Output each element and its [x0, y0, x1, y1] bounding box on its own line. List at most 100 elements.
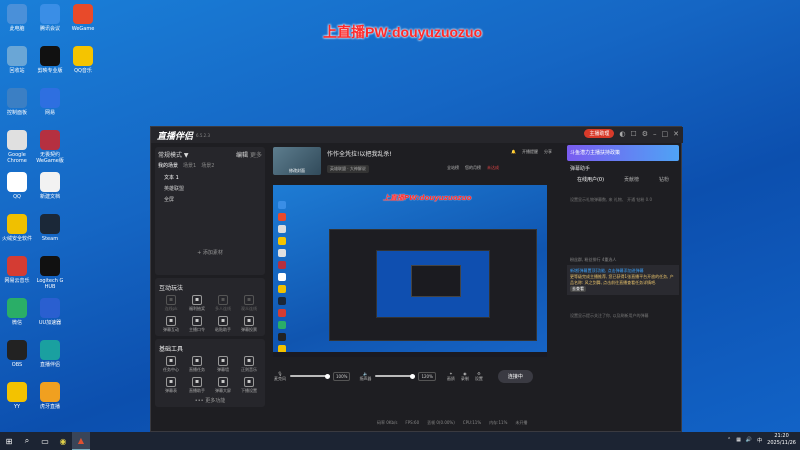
scene-item[interactable]: 全屏 [158, 194, 262, 205]
more-link[interactable]: 更多 [250, 152, 262, 159]
desktop-shortcut[interactable]: 火绒安全软件 [2, 214, 32, 242]
ime-icon[interactable]: 中 [757, 437, 762, 444]
tool-button[interactable]: ▪ 粘贴助手 [210, 316, 236, 333]
desktop-shortcut[interactable]: 微信 [2, 298, 32, 326]
promo-banner[interactable]: 斗鱼潜力主播扶持政策 [567, 145, 679, 161]
volume-icon[interactable]: 🔊 [746, 437, 752, 443]
tool-button[interactable]: ▪ 正则音乐 [236, 356, 262, 373]
task-view-icon[interactable]: ▭ [36, 432, 54, 450]
settings-button[interactable]: ⚙ 设置 [472, 371, 486, 382]
assistant-icon: ▪ [192, 377, 202, 387]
desktop-shortcut[interactable]: 腾讯会议 [35, 4, 65, 32]
chat-icon[interactable]: ☐ [630, 130, 636, 138]
settings-icon[interactable]: ⚙ [642, 130, 648, 138]
desktop-shortcut[interactable]: Steam [35, 214, 65, 242]
app-version: 6.5.2.3 [196, 132, 211, 138]
live-preview[interactable]: 上直播PW:douyuzuozuo [273, 185, 547, 357]
assistant-button[interactable]: 主播助理 [584, 129, 615, 138]
view-task-button[interactable]: 去查看 [570, 286, 586, 292]
desktop-shortcut[interactable]: 剪映专业版 [35, 46, 65, 74]
desktop-shortcut[interactable]: UU加速器 [35, 298, 65, 326]
desktop-shortcut[interactable]: QQ [2, 172, 32, 200]
desktop-shortcut[interactable]: 虎牙直播 [35, 382, 65, 410]
stream-title[interactable]: 作作全凭拉!以把我乱杀! [327, 149, 392, 158]
tool-button[interactable]: ▪ 弹幕互动 [158, 316, 184, 333]
rank-all[interactable]: 全站榜 [447, 165, 459, 171]
network-icon[interactable]: ▦ [736, 437, 741, 443]
remind-link[interactable]: 开播提醒 [522, 149, 538, 155]
mode-select[interactable]: 常规模式 ▼ [158, 150, 189, 159]
scene-item[interactable]: 英雄联盟 [158, 183, 262, 194]
start-live-button[interactable]: 连接中 [497, 369, 533, 383]
tool-button[interactable]: ▪ 福利抽奖 [184, 295, 210, 312]
mic-volume-value[interactable]: 100% [333, 371, 351, 381]
desktop-shortcut[interactable]: 无畏契约 WeGame版 [35, 130, 65, 164]
desktop-shortcut[interactable]: Google Chrome [2, 130, 32, 164]
more-tools-button[interactable]: ••• 更多功能 [158, 397, 262, 404]
tool-button[interactable]: ▪ 观众连线 [236, 295, 262, 312]
tab-diamond-fans[interactable]: 钻粉 [659, 176, 669, 183]
minimize-icon[interactable]: – [653, 130, 657, 138]
speaker-control[interactable]: 🔈 扬声器 [358, 371, 372, 382]
tab-my-scenes[interactable]: 我的场景 [158, 162, 178, 169]
stat-item: 丢帧 0(0.00%) [427, 420, 455, 425]
chrome-taskbar-icon[interactable]: ◉ [54, 432, 72, 450]
rank-status: 全站榜 您的月榜 未达成 [447, 165, 499, 171]
desktop-shortcut[interactable]: 此电脑 [2, 4, 32, 32]
share-link[interactable]: 分享 [544, 149, 552, 155]
stream-app-taskbar-icon[interactable]: ▲ [72, 432, 90, 450]
start-menu-icon[interactable]: ⊞ [0, 432, 18, 450]
search-icon[interactable]: ⌕ [18, 432, 36, 450]
record-button[interactable]: ◉ 录制 [458, 371, 472, 382]
clock[interactable]: 21:20 2025/11/26 [767, 433, 796, 447]
tool-button[interactable]: ▪ 主播口令 [184, 316, 210, 333]
tool-button[interactable]: ▪ 多人连线 [210, 295, 236, 312]
app-logo: 直播伴侣 [157, 131, 194, 142]
tool-button[interactable]: ▪ 直播任务 [184, 356, 210, 373]
rank-month[interactable]: 您的月榜 [465, 165, 481, 171]
stream-cover[interactable]: 修改封面 [273, 147, 321, 175]
desktop-shortcut[interactable]: 网易 [35, 88, 65, 116]
tool-label: 弹幕互动 [163, 327, 179, 332]
wall-icon: ▪ [218, 356, 228, 366]
close-icon[interactable]: ✕ [673, 130, 679, 138]
headset-icon[interactable]: ◐ [619, 130, 625, 138]
desktop-shortcut[interactable]: 直播伴侣 [35, 340, 65, 368]
tool-button[interactable]: ▪ 弹幕表 [158, 377, 184, 394]
speaker-volume-value[interactable]: 120% [418, 371, 436, 381]
mic-label: 麦克风 [274, 375, 286, 381]
tool-button[interactable]: ▪ 连线pk [158, 295, 184, 312]
scene-item[interactable]: 文本 1 [158, 172, 262, 183]
tab-scene-2[interactable]: 场景2 [201, 162, 214, 169]
desktop-shortcut[interactable]: 回收站 [2, 46, 32, 74]
desktop-shortcut[interactable]: QQ音乐 [68, 46, 98, 74]
desktop-shortcut[interactable]: WeGame [68, 4, 98, 32]
tool-button[interactable]: ▪ 弹幕投票 [236, 316, 262, 333]
desktop-shortcut[interactable]: OBS [2, 340, 32, 368]
tab-online-users[interactable]: 在线用户(0) [577, 176, 604, 183]
tool-button[interactable]: ▪ 下播设置 [236, 377, 262, 394]
maximize-icon[interactable]: □ [662, 130, 669, 138]
mic-volume-slider[interactable] [290, 373, 330, 379]
quality-button[interactable]: ✦ 画质 [444, 371, 458, 382]
interact-tool-grid: ▪ 连线pk ▪ 福利抽奖 ▪ 多人连线 ▪ 观众连线 ▪ 弹幕互动 ▪ 主播口令 ▪ 粘贴助手 ▪ 弹幕投票 [158, 295, 262, 333]
desktop-shortcut[interactable]: 网易云音乐 [2, 256, 32, 284]
desktop-shortcut[interactable]: 控制面板 [2, 88, 32, 116]
tool-button[interactable]: ▪ 弹幕墙 [210, 356, 236, 373]
preview-watermark: 上直播PW:douyuzuozuo [383, 194, 472, 202]
desktop-shortcut[interactable]: YY [2, 382, 32, 410]
tab-contribution[interactable]: 贡献榜 [624, 176, 639, 183]
mic-control[interactable]: 🎙 麦克风 [273, 371, 287, 382]
stream-category[interactable]: 英雄联盟 · 大神解说 [327, 165, 369, 173]
tool-button[interactable]: ▪ 弹幕大屏 [210, 377, 236, 394]
edit-link[interactable]: 编辑 [236, 152, 248, 159]
tool-button[interactable]: ▪ 直播助手 [184, 377, 210, 394]
tray-expand-icon[interactable]: ⌃ [727, 437, 731, 443]
speaker-volume-slider[interactable] [375, 373, 416, 379]
desktop-shortcut-label: YY [13, 404, 21, 410]
desktop-shortcut[interactable]: Logitech G HUB [35, 256, 65, 290]
add-source-button[interactable]: + 添加素材 [158, 249, 262, 256]
desktop-shortcut[interactable]: 新建文档 [35, 172, 65, 200]
tool-button[interactable]: ▪ 任务中心 [158, 356, 184, 373]
tab-scene-1[interactable]: 场景1 [183, 162, 196, 169]
